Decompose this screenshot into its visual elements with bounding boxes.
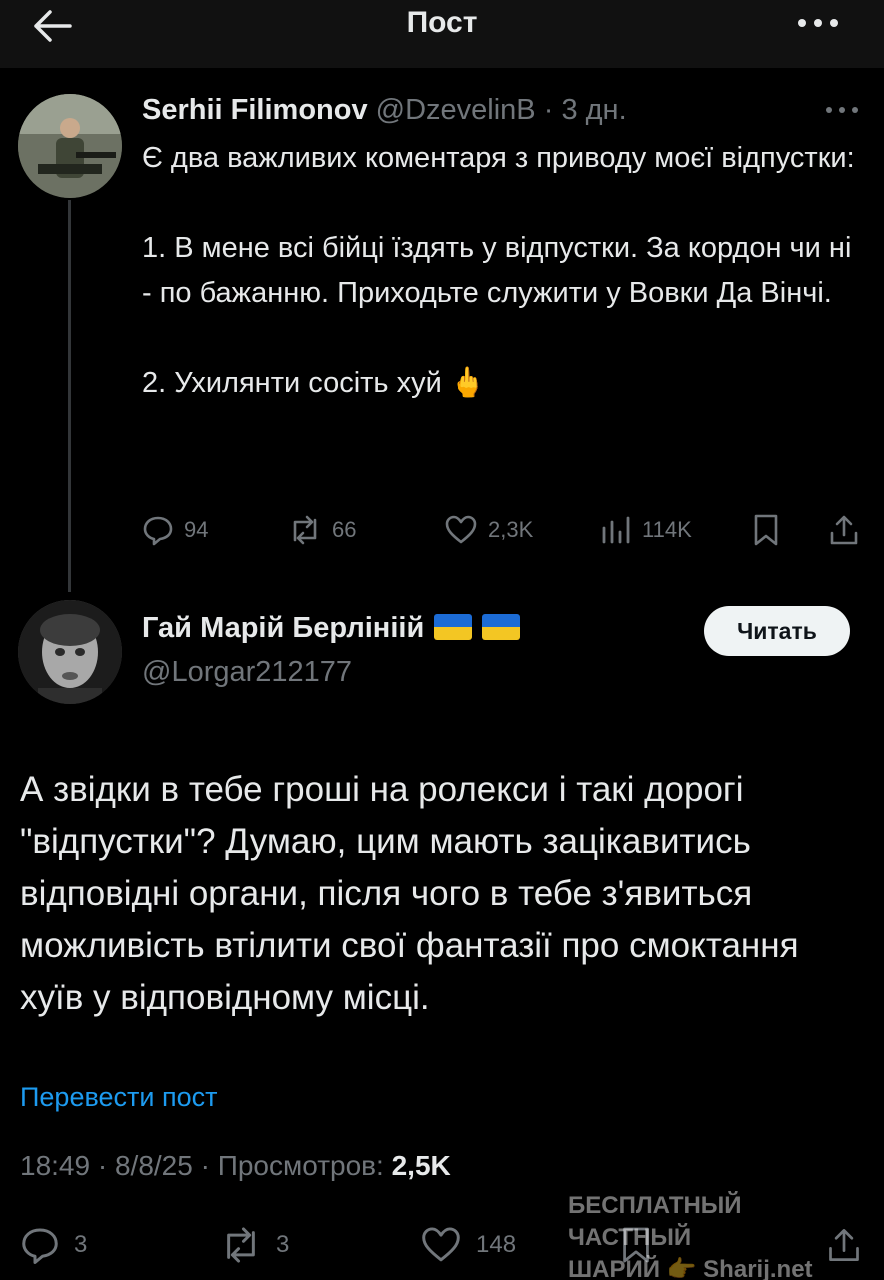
quoted-post-header: Serhii Filimonov @DzevelinB · 3 дн. <box>142 94 842 130</box>
share-button[interactable] <box>828 510 870 550</box>
reply-icon <box>143 516 173 546</box>
repost-count: 66 <box>332 517 357 542</box>
author-handle[interactable]: @Lorgar212177 <box>142 656 352 689</box>
repost-icon <box>293 515 317 545</box>
analytics-icon <box>602 516 630 544</box>
like-count: 148 <box>476 1231 517 1258</box>
repost-count: 3 <box>276 1231 290 1258</box>
main-post-text: А звідки в тебе гроші на ролекси і такі … <box>20 770 799 1017</box>
views-value: 2,5K <box>391 1150 451 1181</box>
more-options-icon[interactable] <box>796 8 840 38</box>
avatar-serhii[interactable] <box>18 94 122 198</box>
post-time: 18:49 <box>20 1150 91 1181</box>
avatar-photo-icon <box>18 94 122 198</box>
share-icon <box>830 515 858 545</box>
heart-icon <box>445 515 477 544</box>
post-time: 3 дн. <box>561 94 627 126</box>
watermark-line1: БЕСПЛАТНЫЙ ЧАСТНЫЙ <box>568 1192 742 1251</box>
main-author-row: Гай Марій Берлініій <box>142 612 521 645</box>
ukraine-flag-icon <box>434 614 473 640</box>
page-title: Пост <box>406 6 478 39</box>
like-count: 2,3K <box>488 517 534 542</box>
views-button[interactable]: 114K <box>600 510 692 550</box>
author-handle[interactable]: @DzevelinB <box>376 94 536 126</box>
quoted-post-actions: 94 66 2,3K 114K <box>142 510 862 550</box>
views-label: Просмотров: <box>217 1150 384 1181</box>
watermark-line2: ШАРИЙ 👉 Sharij.net <box>568 1256 813 1280</box>
repost-button[interactable]: 66 <box>288 510 356 550</box>
avatar-gai-mariy[interactable] <box>18 600 122 704</box>
bookmark-icon <box>754 514 778 546</box>
like-button[interactable]: 148 <box>420 1220 516 1270</box>
repost-icon <box>227 1227 255 1263</box>
bookmark-button[interactable] <box>752 510 790 550</box>
thread-line <box>68 200 71 592</box>
reply-count: 94 <box>184 517 209 542</box>
heart-icon <box>422 1227 460 1262</box>
reply-count: 3 <box>74 1231 88 1258</box>
post-date: 8/8/25 <box>114 1150 193 1181</box>
follow-button[interactable]: Читать <box>704 606 850 656</box>
like-button[interactable]: 2,3K <box>444 510 533 550</box>
author-name[interactable]: Гай Марій Берлініій <box>142 612 424 644</box>
views-count: 114K <box>642 517 692 542</box>
avatar-photo-icon <box>18 600 122 704</box>
watermark: БЕСПЛАТНЫЙ ЧАСТНЫЙ ШАРИЙ 👉 Sharij.net <box>568 1190 868 1280</box>
post-meta: 18:49 · 8/8/25 · Просмотров: 2,5K <box>20 1150 451 1181</box>
ukraine-flag-icon <box>482 614 521 640</box>
quoted-post-text: Є два важливих коментаря з приводу моєї … <box>142 142 855 399</box>
separator-dot: · <box>543 94 554 126</box>
author-name[interactable]: Serhii Filimonov <box>142 94 368 126</box>
reply-button[interactable]: 94 <box>142 510 208 550</box>
post-more-icon[interactable] <box>824 100 860 120</box>
repost-button[interactable]: 3 <box>220 1220 289 1270</box>
top-bar: Пост <box>0 0 884 68</box>
reply-icon <box>22 1228 58 1264</box>
reply-button[interactable]: 3 <box>20 1220 87 1270</box>
translate-post-link[interactable]: Перевести пост <box>20 1082 217 1113</box>
